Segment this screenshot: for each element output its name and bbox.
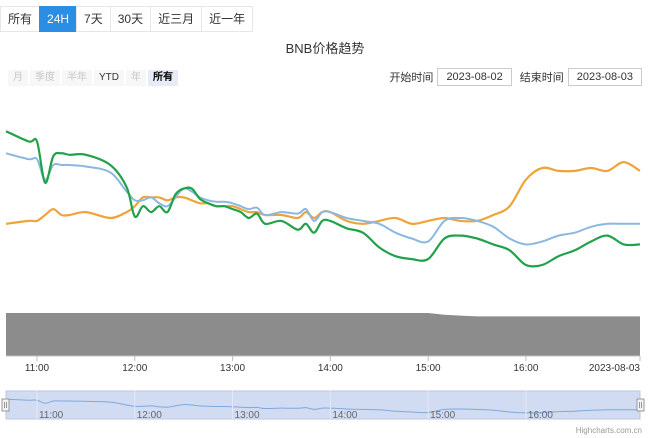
x-tick-label: 16:00 <box>513 363 538 374</box>
navigator-tick-label: 12:00 <box>137 410 162 421</box>
navigator-tick-label: 11:00 <box>39 410 64 421</box>
navigator-tick-label: 15:00 <box>430 410 455 421</box>
x-tick-label: 2023-08-03 <box>589 363 641 374</box>
navigator-tick-label: 16:00 <box>528 410 553 421</box>
series-line-green <box>5 130 641 268</box>
x-tick-label: 12:00 <box>122 363 147 374</box>
x-tick-label: 13:00 <box>220 363 245 374</box>
navigator: 11:00 12:00 13:00 14:00 15:00 16:00 <box>1 390 645 421</box>
series-lines <box>5 130 641 268</box>
navigator-tick-label: 13:00 <box>235 410 260 421</box>
x-tick-label: 14:00 <box>318 363 343 374</box>
x-tick-label: 11:00 <box>25 363 50 374</box>
navigator-left-handle[interactable] <box>1 398 10 412</box>
navigator-tick-label: 14:00 <box>332 410 357 421</box>
x-tick-label: 15:00 <box>416 363 441 374</box>
series-line-orange <box>5 160 641 225</box>
x-axis-ticks: 11:00 12:00 13:00 14:00 15:00 16:00 2023-08-03 <box>25 356 641 374</box>
price-chart: 11:00 12:00 13:00 14:00 15:00 16:00 2023-08-03… <box>1 130 645 435</box>
chart-credit[interactable]: Highcharts.com.cn <box>576 426 642 435</box>
navigator-right-handle[interactable] <box>636 398 645 412</box>
volume-area <box>6 313 640 356</box>
